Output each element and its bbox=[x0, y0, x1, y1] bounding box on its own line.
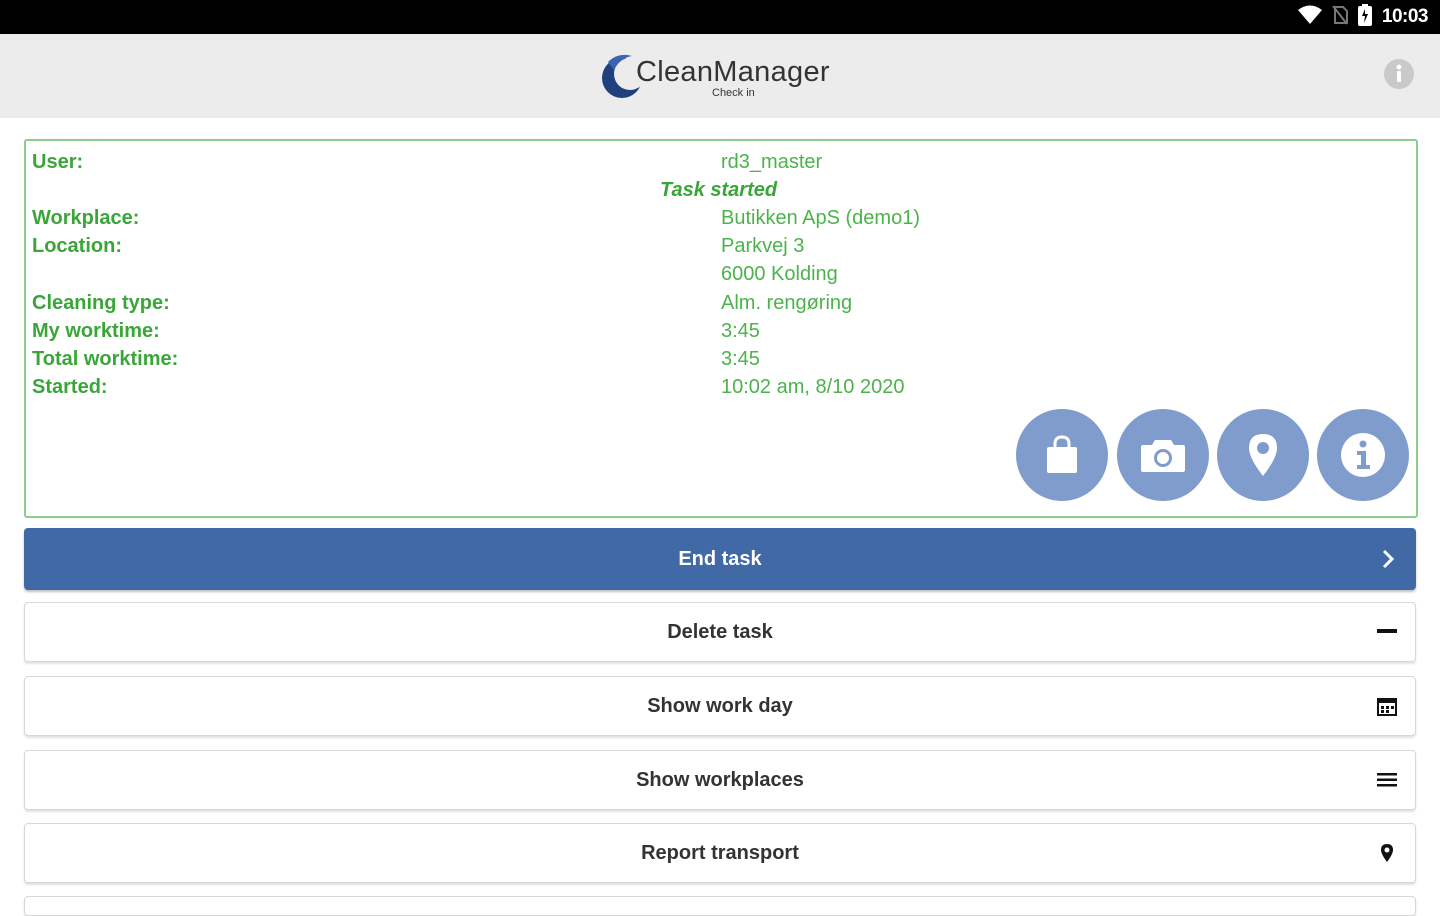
status-time: 10:03 bbox=[1381, 6, 1429, 27]
status-icons: 10:03 bbox=[1297, 3, 1429, 31]
next-action-button[interactable] bbox=[24, 896, 1416, 916]
location-label: Location: bbox=[32, 235, 122, 257]
delete-task-button[interactable]: Delete task bbox=[24, 602, 1416, 662]
chevron-right-icon bbox=[1376, 547, 1400, 571]
task-status: Task started bbox=[660, 179, 778, 201]
total-worktime-label: Total worktime: bbox=[32, 348, 179, 370]
total-worktime-value: 3:45 bbox=[721, 348, 760, 370]
shopping-bag-icon bbox=[1047, 435, 1077, 473]
user-label: User: bbox=[32, 151, 84, 173]
report-transport-button[interactable]: Report transport bbox=[24, 823, 1416, 883]
map-pin-icon bbox=[1375, 841, 1399, 865]
wifi-icon bbox=[1297, 5, 1322, 30]
info-icon bbox=[1341, 433, 1385, 477]
started-value: 10:02 am, 8/10 2020 bbox=[721, 376, 905, 398]
map-pin-icon bbox=[1249, 434, 1277, 476]
minus-icon bbox=[1375, 620, 1399, 644]
battery-icon bbox=[1357, 3, 1372, 31]
location-street: Parkvej 3 bbox=[721, 235, 805, 257]
end-task-label: End task bbox=[678, 547, 762, 570]
show-workplaces-button[interactable]: Show workplaces bbox=[24, 750, 1416, 810]
location-button[interactable] bbox=[1217, 409, 1309, 501]
show-work-day-label: Show work day bbox=[647, 694, 793, 717]
my-worktime-value: 3:45 bbox=[721, 320, 760, 342]
user-value: rd3_master bbox=[721, 151, 823, 173]
show-workplaces-label: Show workplaces bbox=[636, 768, 804, 791]
cleaning-type-value: Alm. rengøring bbox=[721, 292, 853, 314]
calendar-icon bbox=[1375, 694, 1399, 718]
app-bar: CleanManager Check in bbox=[0, 34, 1440, 118]
shop-button[interactable] bbox=[1016, 409, 1108, 501]
location-city: 6000 Kolding bbox=[721, 263, 838, 285]
no-sim-icon bbox=[1332, 4, 1348, 30]
status-bar: 10:03 bbox=[0, 0, 1440, 34]
task-card: User: rd3_master Task started Workplace:… bbox=[24, 139, 1418, 518]
camera-icon bbox=[1141, 440, 1185, 472]
logo-word: CleanManager bbox=[636, 56, 830, 88]
workplace-label: Workplace: bbox=[32, 207, 140, 229]
show-work-day-button[interactable]: Show work day bbox=[24, 676, 1416, 736]
end-task-button[interactable]: End task bbox=[24, 528, 1416, 590]
app-logo: CleanManager Check in bbox=[600, 48, 850, 108]
workplace-value: Butikken ApS (demo1) bbox=[721, 207, 920, 229]
task-info-button[interactable] bbox=[1317, 409, 1409, 501]
report-transport-label: Report transport bbox=[641, 841, 799, 864]
delete-task-label: Delete task bbox=[667, 620, 773, 643]
info-icon[interactable] bbox=[1383, 58, 1415, 90]
my-worktime-label: My worktime: bbox=[32, 320, 160, 342]
list-icon bbox=[1375, 768, 1399, 792]
camera-button[interactable] bbox=[1117, 409, 1209, 501]
cleaning-type-label: Cleaning type: bbox=[32, 292, 170, 314]
logo-subtitle: Check in bbox=[712, 87, 755, 99]
started-label: Started: bbox=[32, 376, 108, 398]
